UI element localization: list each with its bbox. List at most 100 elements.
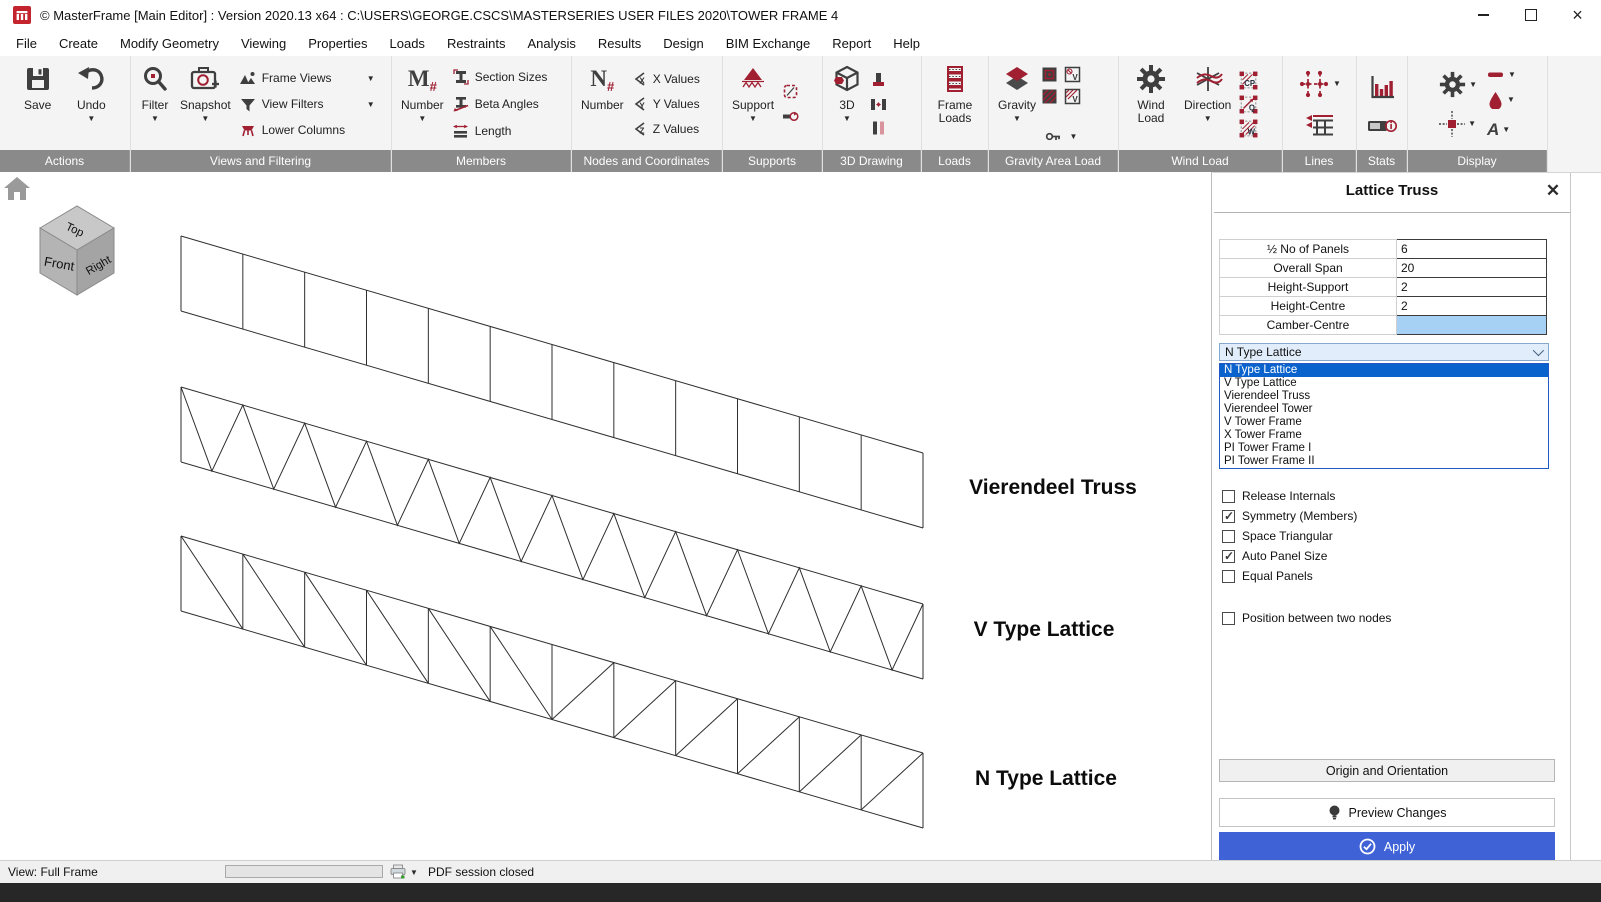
dropdown-option[interactable]: V Type Lattice: [1220, 377, 1548, 390]
menu-modify-geometry[interactable]: Modify Geometry: [109, 36, 230, 51]
x-values-button[interactable]: X X Values: [632, 71, 700, 87]
dropdown-option[interactable]: N Type Lattice: [1220, 364, 1548, 377]
height-support-input[interactable]: 2: [1397, 278, 1547, 297]
area-load-hatch-solid-icon[interactable]: [1041, 88, 1058, 105]
node-display-button[interactable]: ▼: [1439, 111, 1477, 137]
checkbox-space-triangular[interactable]: Space Triangular: [1222, 529, 1333, 543]
y-values-button[interactable]: Y Y Values: [632, 96, 700, 112]
menu-bim-exchange[interactable]: BIM Exchange: [715, 36, 822, 51]
grid-lines-button[interactable]: ▼: [1298, 69, 1341, 99]
filter-button[interactable]: Filter ▼: [135, 58, 175, 150]
snapshot-button[interactable]: Snapshot ▼: [175, 58, 236, 150]
chevron-down-icon: ▼: [1469, 81, 1477, 89]
bar-chart-icon[interactable]: [1367, 72, 1397, 102]
chevron-down-icon: ▼: [1333, 80, 1341, 88]
droplet-icon: [1487, 91, 1504, 109]
overall-span-input[interactable]: 20: [1397, 259, 1547, 278]
wind-direction-button[interactable]: Direction ▼: [1179, 58, 1236, 150]
menu-viewing[interactable]: Viewing: [230, 36, 297, 51]
3d-button[interactable]: 3D ▼: [827, 58, 867, 150]
length-button[interactable]: Length: [452, 122, 548, 140]
dropdown-option[interactable]: V Tower Frame: [1220, 416, 1548, 429]
checkbox-release-internals[interactable]: Release Internals: [1222, 489, 1335, 503]
display-settings-button[interactable]: ▼: [1439, 71, 1477, 98]
truss-type-combobox[interactable]: N Type Lattice: [1219, 343, 1549, 361]
dropdown-option[interactable]: Vierendeel Truss: [1220, 390, 1548, 403]
drawing-canvas[interactable]: Top Front Right Vierendeel TrussV Type L…: [0, 172, 1211, 860]
area-load-open-icon[interactable]: V: [1064, 66, 1081, 83]
support-release-icon[interactable]: [782, 83, 799, 100]
info-bar-icon[interactable]: [1367, 116, 1397, 136]
chevron-down-icon[interactable]: ▼: [1070, 133, 1078, 141]
truss-drawing-2: N Type Lattice: [181, 536, 1117, 828]
wind-load-button[interactable]: Wind Load: [1123, 58, 1179, 150]
support-spring-icon[interactable]: [782, 108, 799, 125]
preview-changes-button[interactable]: Preview Changes: [1219, 798, 1555, 827]
dropdown-option[interactable]: Vierendeel Tower: [1220, 403, 1548, 416]
group-label-supports: Supports: [723, 150, 822, 172]
close-button[interactable]: ×: [1554, 0, 1601, 30]
panel-separator: [1214, 212, 1570, 213]
member-number-button[interactable]: M# Number ▼: [396, 58, 449, 150]
camber-centre-input[interactable]: [1397, 316, 1547, 335]
beta-angles-button[interactable]: Beta Angles: [452, 95, 548, 113]
text-display-button[interactable]: A ▼: [1487, 120, 1516, 140]
table-row: Height-Support 2: [1220, 278, 1547, 297]
dropdown-option[interactable]: PI Tower Frame II: [1220, 455, 1548, 468]
save-button[interactable]: Save: [19, 58, 57, 150]
gravity-button[interactable]: Gravity ▼: [993, 58, 1041, 150]
origin-and-orientation-button[interactable]: Origin and Orientation: [1219, 759, 1555, 782]
menu-help[interactable]: Help: [882, 36, 931, 51]
table-row: Camber-Centre: [1220, 316, 1547, 335]
dropdown-option[interactable]: X Tower Frame: [1220, 429, 1548, 442]
chevron-down-icon: ▼: [367, 100, 375, 109]
menu-results[interactable]: Results: [587, 36, 652, 51]
home-view-button[interactable]: [4, 177, 30, 200]
area-load-hatch-open-icon[interactable]: V: [1064, 88, 1081, 105]
node-number-button[interactable]: N# Number: [576, 58, 629, 150]
maximize-button[interactable]: [1507, 0, 1554, 30]
checkbox-equal-panels[interactable]: Equal Panels: [1222, 569, 1313, 583]
fill-color-button[interactable]: ▼: [1487, 91, 1516, 109]
member-color-button[interactable]: ▼: [1487, 69, 1516, 81]
lower-columns-button[interactable]: Lower Columns: [239, 122, 375, 139]
checkbox-auto-panel-size[interactable]: Auto Panel Size: [1222, 549, 1327, 563]
key-icon[interactable]: [1045, 129, 1062, 144]
z-values-button[interactable]: Z Z Values: [632, 121, 700, 137]
beam-arrows-icon[interactable]: [870, 96, 887, 112]
two-columns-icon[interactable]: [870, 120, 887, 136]
frame-loads-button[interactable]: Frame Loads: [927, 58, 983, 150]
checkbox-position-between-two-nodes[interactable]: Position between two nodes: [1222, 611, 1391, 625]
dropdown-option[interactable]: PI Tower Frame I: [1220, 442, 1548, 455]
minimize-button[interactable]: [1460, 0, 1507, 30]
printer-options-caret[interactable]: ▼: [410, 868, 418, 877]
view-cube[interactable]: Top Front Right: [40, 206, 114, 295]
menu-design[interactable]: Design: [652, 36, 714, 51]
menu-loads[interactable]: Loads: [379, 36, 436, 51]
frame-views-button[interactable]: Frame Views ▼: [239, 70, 375, 87]
checkbox-symmetry-members[interactable]: Symmetry (Members): [1222, 509, 1357, 523]
view-filters-button[interactable]: View Filters ▼: [239, 96, 375, 113]
printer-button[interactable]: [390, 864, 406, 879]
chevron-down-icon: ▼: [201, 115, 209, 123]
column-head-icon[interactable]: [870, 72, 887, 88]
menu-restraints[interactable]: Restraints: [436, 36, 517, 51]
support-button[interactable]: Support ▼: [727, 58, 779, 150]
height-centre-input[interactable]: 2: [1397, 297, 1547, 316]
undo-button[interactable]: Undo ▼: [71, 58, 111, 150]
panel-close-button[interactable]: ✕: [1544, 181, 1562, 199]
checkbox-box: [1222, 570, 1235, 583]
menu-file[interactable]: File: [5, 36, 48, 51]
menu-create[interactable]: Create: [48, 36, 109, 51]
section-sizes-button[interactable]: Section Sizes: [452, 68, 548, 86]
line-levels-button[interactable]: [1304, 111, 1336, 139]
menu-report[interactable]: Report: [821, 36, 882, 51]
menu-properties[interactable]: Properties: [297, 36, 378, 51]
half-no-of-panels-input[interactable]: 6: [1397, 240, 1547, 259]
area-load-solid-icon[interactable]: [1041, 66, 1058, 83]
menu-analysis[interactable]: Analysis: [516, 36, 586, 51]
wind-cp-icon[interactable]: CP: [1239, 71, 1258, 90]
apply-button[interactable]: Apply: [1219, 832, 1555, 861]
wind-w-icon[interactable]: W: [1239, 119, 1258, 138]
wind-q-icon[interactable]: Q: [1239, 95, 1258, 114]
